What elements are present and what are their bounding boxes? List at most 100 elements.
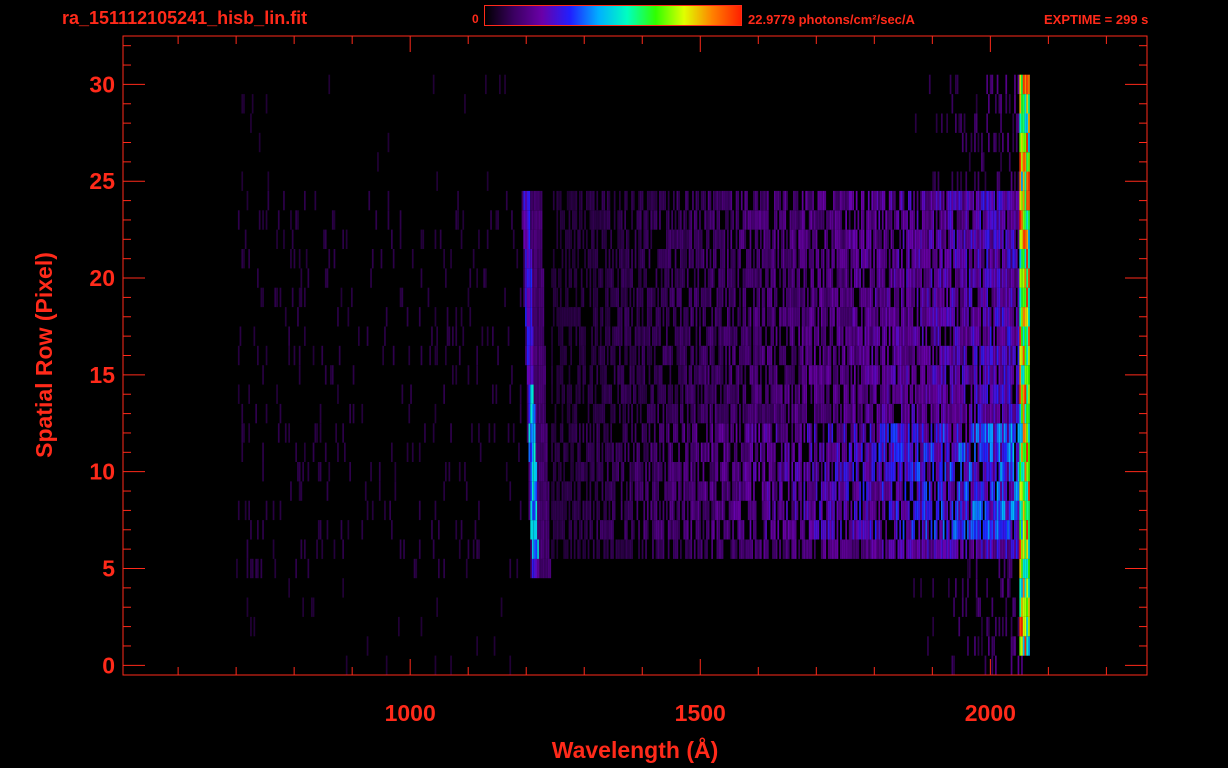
heatmap-cell [539,326,541,346]
heatmap-cell [956,539,959,559]
heatmap-cell [539,403,541,424]
heatmap-cell [911,365,914,385]
heatmap-cell [946,190,948,211]
heatmap-cell [530,442,532,462]
heatmap-cell [690,442,693,462]
heatmap-cell [559,190,562,211]
heatmap-cell [768,403,771,424]
heatmap-cell [920,462,922,482]
heatmap-cell [547,520,550,540]
heatmap-cell [916,249,919,269]
heatmap-cell [800,345,802,366]
heatmap-cell [596,442,599,462]
heatmap-cell [1024,190,1027,211]
heatmap-cell [711,384,713,404]
heatmap-cell [290,481,292,501]
heatmap-cell [744,423,747,443]
heatmap-cell [671,384,673,404]
heatmap-cell [744,345,747,366]
y-tick-label: 25 [89,168,115,194]
heatmap-cell [592,190,595,211]
heatmap-cell [901,384,903,404]
heatmap-cell [794,287,797,308]
heatmap-cell [537,462,539,482]
heatmap-cell [711,462,713,482]
heatmap-cell [617,229,619,249]
heatmap-cell [1000,268,1002,288]
heatmap-cell [786,500,788,521]
heatmap-cell [810,210,813,230]
heatmap-cell [1002,500,1004,521]
heatmap-cell [690,481,693,501]
heatmap-cell [760,442,762,462]
heatmap-cell [685,442,687,462]
heatmap-cell [779,462,781,482]
heatmap-cell [838,307,840,327]
heatmap-cell [843,462,846,482]
heatmap-cell [798,423,800,443]
heatmap-cell [989,481,992,501]
heatmap-cell [754,345,757,366]
heatmap-cell [918,462,921,482]
heatmap-cell [667,423,670,443]
heatmap-cell [979,597,981,617]
heatmap-cell [676,287,679,308]
heatmap-cell [979,384,981,404]
heatmap-cell [544,423,546,443]
heatmap-cell [552,423,555,443]
heatmap-cell [300,287,303,308]
heatmap-cell [1014,539,1016,559]
heatmap-cell [596,520,599,540]
heatmap-cell [756,287,759,308]
heatmap-cell [427,287,430,308]
heatmap-cell [613,287,616,308]
heatmap-cell [925,442,928,462]
heatmap-cell [1019,249,1022,269]
heatmap-cell [995,423,997,443]
heatmap-cell [544,500,546,521]
heatmap-cell [894,384,896,404]
heatmap-cell [965,268,968,288]
heatmap-cell [552,539,555,559]
heatmap-cell [237,384,240,404]
heatmap-cell [908,249,910,269]
heatmap-cell [965,190,968,211]
heatmap-cell [563,539,565,559]
heatmap-cell [873,423,875,443]
heatmap-cell [532,500,534,521]
heatmap-cell [925,423,928,443]
heatmap-cell [866,403,868,424]
heatmap-cell [974,307,976,327]
heatmap-cell [678,365,680,385]
heatmap-cell [897,307,900,327]
heatmap-cell [702,345,705,366]
heatmap-cell [855,307,858,327]
heatmap-cell [854,520,856,540]
heatmap-cell [688,229,691,249]
heatmap-cell [753,326,755,346]
heatmap-cell [862,500,865,521]
heatmap-cell [961,307,964,327]
heatmap-cell [617,307,619,327]
heatmap-cell [963,462,966,482]
heatmap-cell [913,500,915,521]
heatmap-cell [902,539,905,559]
heatmap-cell [784,365,787,385]
heatmap-cell [587,249,590,269]
heatmap-cell [526,307,529,327]
heatmap-cell [956,326,959,346]
heatmap-cell [563,520,565,540]
heatmap-cell [963,403,966,424]
y-tick-label: 15 [89,362,115,388]
heatmap-cell [596,423,599,443]
heatmap-cell [1028,636,1030,656]
heatmap-cell [935,345,938,366]
heatmap-cell [678,287,680,308]
heatmap-cell [633,520,635,540]
heatmap-cell [829,365,832,385]
heatmap-cell [807,229,809,249]
heatmap-cell [988,132,990,153]
heatmap-cell [1024,152,1027,172]
heatmap-cell [643,384,646,404]
heatmap-cell [829,268,832,288]
